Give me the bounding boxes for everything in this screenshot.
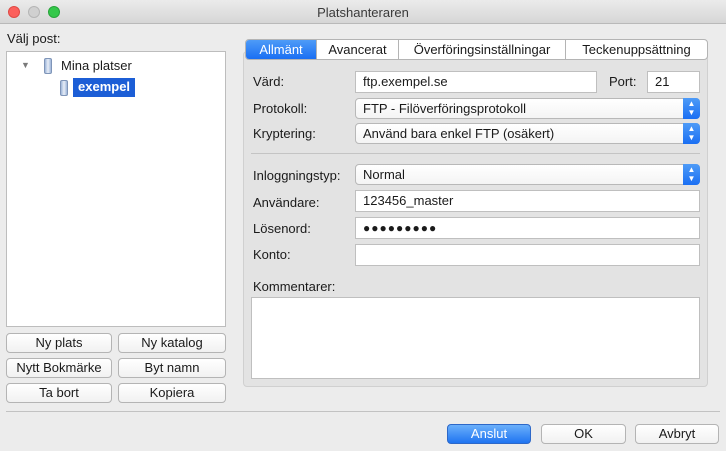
- password-input[interactable]: ●●●●●●●●●: [355, 217, 700, 239]
- account-label: Konto:: [253, 247, 291, 262]
- comments-label: Kommentarer:: [253, 279, 336, 294]
- server-icon: [60, 80, 68, 96]
- title-bar[interactable]: Platshanteraren: [0, 0, 726, 24]
- section-divider: [251, 153, 700, 154]
- rename-button[interactable]: Byt namn: [118, 358, 226, 378]
- folder-icon: [44, 58, 52, 74]
- logon-type-label: Inloggningstyp:: [253, 168, 341, 183]
- footer-divider: [6, 411, 720, 412]
- select-entry-label: Välj post:: [7, 31, 61, 46]
- user-label: Användare:: [253, 195, 320, 210]
- tab-bar: Allmänt Avancerat Överföringsinställning…: [245, 39, 708, 60]
- new-site-button[interactable]: Ny plats: [6, 333, 112, 353]
- port-label: Port:: [609, 74, 637, 89]
- protocol-label: Protokoll:: [253, 101, 308, 116]
- new-folder-button[interactable]: Ny katalog: [118, 333, 226, 353]
- port-input[interactable]: 21: [647, 71, 700, 93]
- encryption-value: Använd bara enkel FTP (osäkert): [363, 126, 555, 141]
- logon-type-select[interactable]: Normal ▲ ▼: [355, 164, 700, 185]
- tab-advanced[interactable]: Avancerat: [317, 40, 399, 59]
- tab-charset[interactable]: Teckenuppsättning: [566, 40, 707, 59]
- updown-arrows-icon: ▲ ▼: [683, 164, 700, 185]
- account-input[interactable]: [355, 244, 700, 266]
- updown-arrows-icon: ▲ ▼: [683, 123, 700, 144]
- cancel-button[interactable]: Avbryt: [635, 424, 719, 444]
- ok-button[interactable]: OK: [541, 424, 626, 444]
- tab-transfer-settings[interactable]: Överföringsinställningar: [399, 40, 566, 59]
- tree-item-exempel[interactable]: exempel: [73, 78, 136, 97]
- encryption-label: Kryptering:: [253, 126, 316, 141]
- tree-expand-icon[interactable]: ▼: [21, 60, 30, 70]
- protocol-value: FTP - Filöverföringsprotokoll: [363, 101, 527, 116]
- site-tree[interactable]: ▼ Mina platser exempel: [6, 51, 226, 327]
- delete-button[interactable]: Ta bort: [6, 383, 112, 403]
- connect-button[interactable]: Anslut: [447, 424, 531, 444]
- user-input[interactable]: 123456_master: [355, 190, 700, 212]
- host-label: Värd:: [253, 74, 285, 89]
- updown-arrows-icon: ▲ ▼: [683, 98, 700, 119]
- window-title: Platshanteraren: [317, 5, 409, 20]
- tab-general[interactable]: Allmänt: [246, 40, 317, 59]
- copy-button[interactable]: Kopiera: [118, 383, 226, 403]
- password-label: Lösenord:: [253, 221, 311, 236]
- logon-type-value: Normal: [363, 167, 405, 182]
- protocol-select[interactable]: FTP - Filöverföringsprotokoll ▲ ▼: [355, 98, 700, 119]
- tree-root-item[interactable]: Mina platser: [61, 58, 132, 73]
- encryption-select[interactable]: Använd bara enkel FTP (osäkert) ▲ ▼: [355, 123, 700, 144]
- host-input[interactable]: ftp.exempel.se: [355, 71, 597, 93]
- comments-textarea[interactable]: [251, 297, 700, 379]
- new-bookmark-button[interactable]: Nytt Bokmärke: [6, 358, 112, 378]
